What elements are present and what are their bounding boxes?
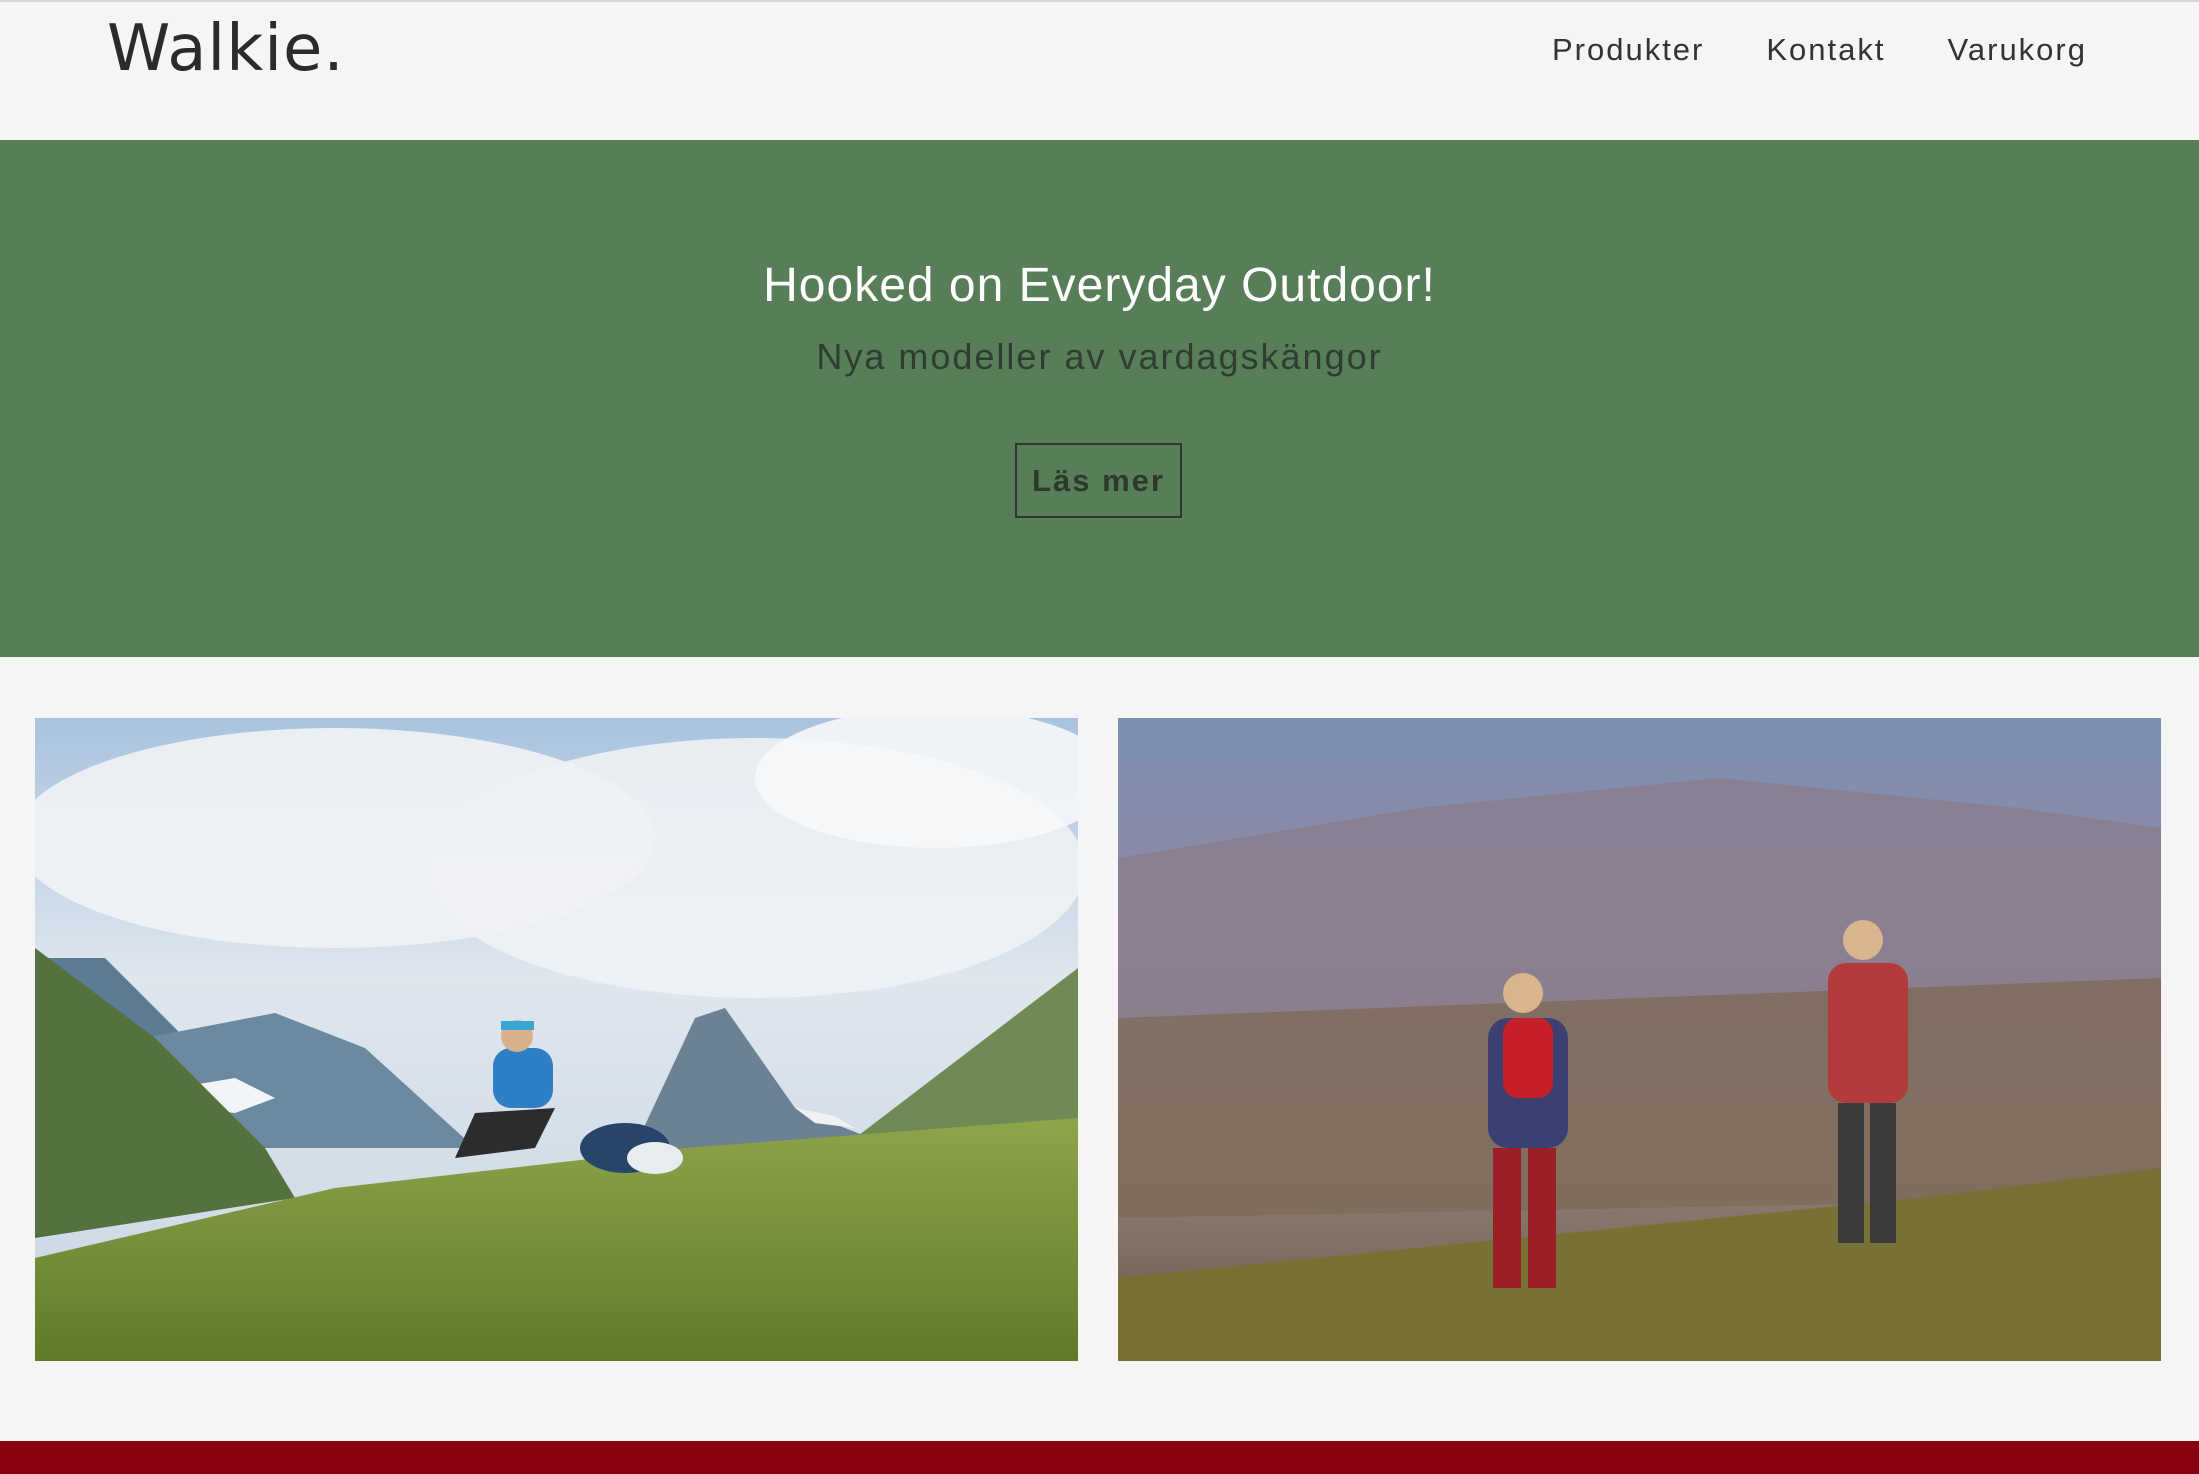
nav-link-varukorg[interactable]: Varukorg — [1948, 32, 2088, 68]
site-logo[interactable]: Walkie. — [107, 12, 345, 86]
main-nav: Produkter Kontakt Varukorg — [1552, 32, 2087, 68]
nav-link-kontakt[interactable]: Kontakt — [1766, 32, 1885, 68]
site-header: Walkie. Produkter Kontakt Varukorg — [0, 2, 2199, 140]
hero-subtitle: Nya modeller av vardagskängor — [816, 336, 1383, 377]
footer-bar — [0, 1441, 2199, 1474]
hero-banner: Hooked on Everyday Outdoor! Nya modeller… — [0, 140, 2199, 657]
hikers-fell-image — [1118, 718, 2161, 1361]
read-more-button[interactable]: Läs mer — [1015, 443, 1182, 518]
photo-hiker-sitting — [35, 718, 1078, 1361]
page: Walkie. Produkter Kontakt Varukorg Hooke… — [0, 0, 2199, 1474]
hero-title: Hooked on Everyday Outdoor! — [763, 259, 1436, 312]
nav-link-produkter[interactable]: Produkter — [1552, 32, 1704, 68]
photo-hikers-walking — [1118, 718, 2161, 1361]
mountain-valley-image — [35, 718, 1078, 1361]
